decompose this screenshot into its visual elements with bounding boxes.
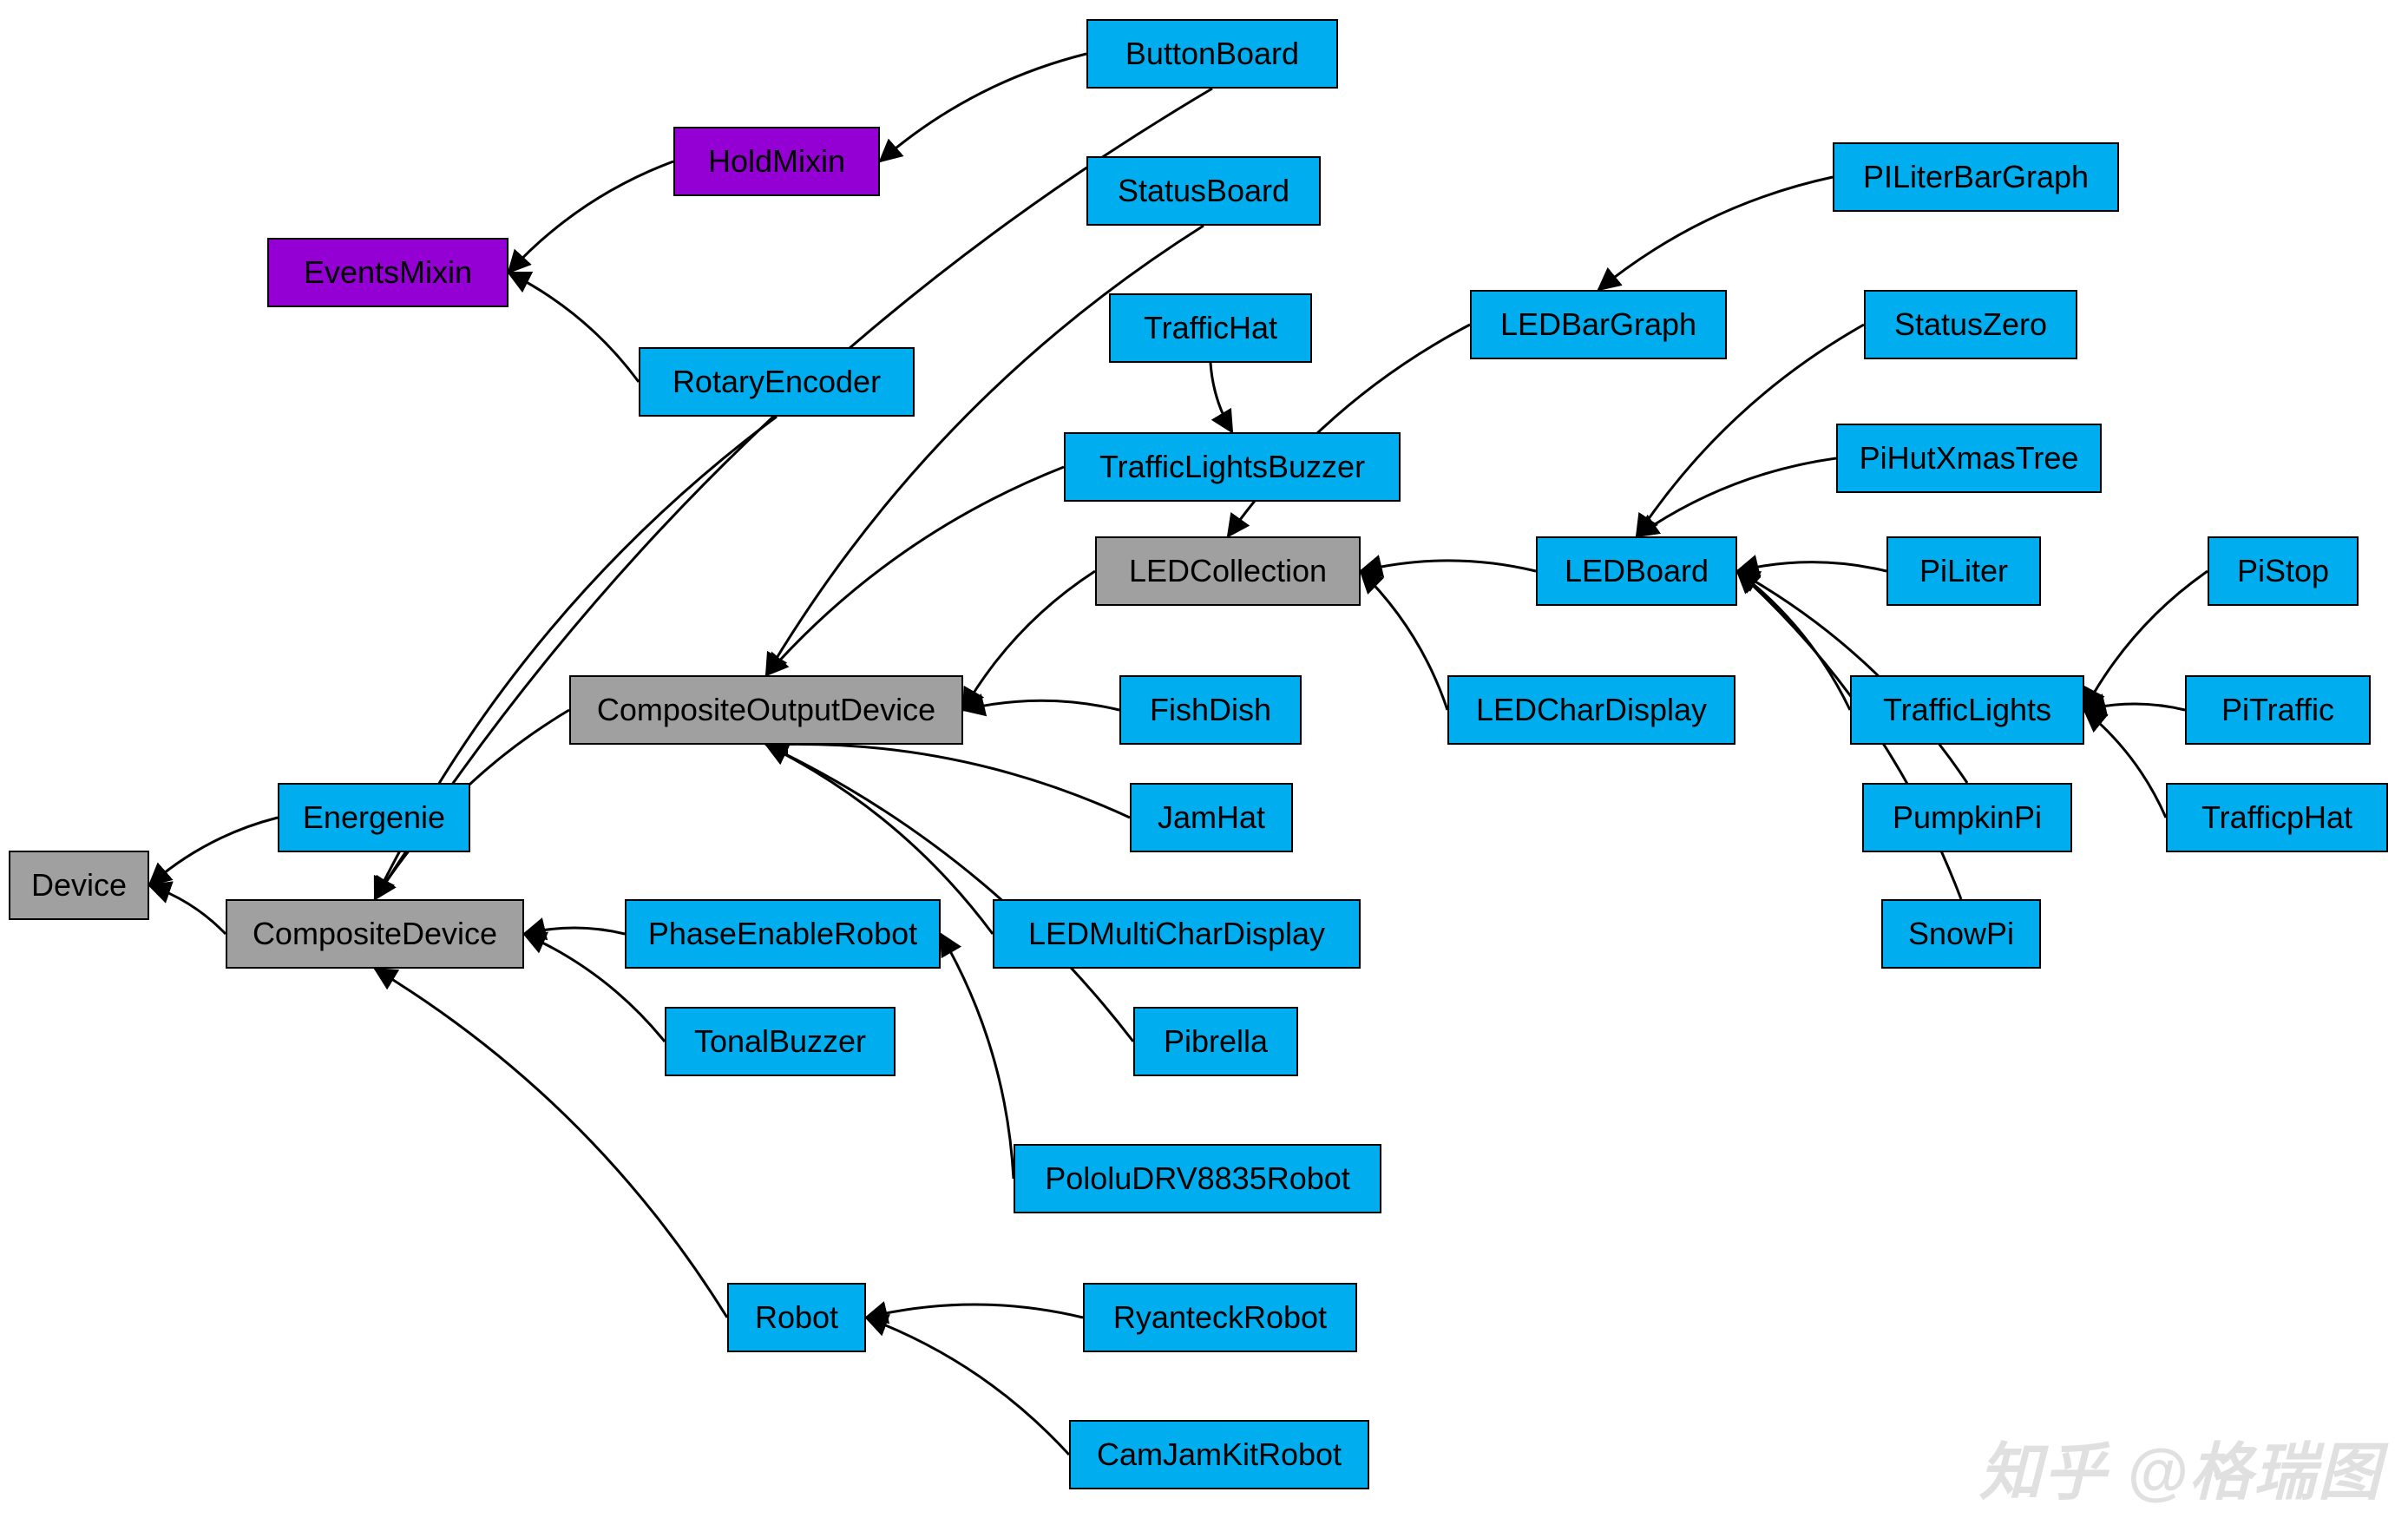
- node-energenie: Energenie: [278, 783, 470, 852]
- node-traffichat: TrafficHat: [1109, 293, 1312, 363]
- node-snowpi: SnowPi: [1881, 899, 2041, 969]
- node-rotaryencoder: RotaryEncoder: [639, 347, 915, 417]
- node-holdmixin: HoldMixin: [673, 127, 880, 196]
- edge-camjamkitrobot-to-robot: [866, 1318, 1069, 1455]
- edge-traffichat-to-trafficlightsbuzzer: [1211, 363, 1232, 432]
- node-eventsmixin: EventsMixin: [267, 238, 509, 307]
- edge-holdmixin-to-eventsmixin: [509, 161, 673, 273]
- node-trafficphat: TrafficpHat: [2166, 783, 2388, 852]
- edge-trafficphat-to-trafficlights: [2084, 710, 2166, 818]
- edge-pitraffic-to-trafficlights: [2084, 704, 2185, 710]
- node-statusboard: StatusBoard: [1086, 156, 1321, 226]
- edge-fishdish-to-compositeoutputdevice: [963, 700, 1119, 710]
- edge-pibrella-to-compositeoutputdevice: [766, 745, 1133, 1042]
- node-ledchardisplay: LEDCharDisplay: [1447, 675, 1735, 745]
- node-ledcollection: LEDCollection: [1095, 536, 1361, 606]
- node-piliter: PiLiter: [1886, 536, 2041, 606]
- edge-buttonboard-to-holdmixin: [880, 54, 1086, 161]
- edge-rotaryencoder-to-eventsmixin: [509, 273, 639, 382]
- node-ledbargraph: LEDBarGraph: [1470, 290, 1727, 359]
- edge-energenie-to-device: [149, 818, 278, 885]
- edge-piliterbargraph-to-ledbargraph: [1598, 177, 1833, 290]
- node-phaseenablerobot: PhaseEnableRobot: [625, 899, 941, 969]
- node-camjamkitrobot: CamJamKitRobot: [1069, 1420, 1369, 1489]
- node-statuszero: StatusZero: [1864, 290, 2077, 359]
- edge-piliter-to-ledboard: [1737, 562, 1886, 571]
- node-pumpkinpi: PumpkinPi: [1862, 783, 2072, 852]
- edge-ledchardisplay-to-ledcollection: [1361, 571, 1447, 710]
- node-compositedevice: CompositeDevice: [226, 899, 524, 969]
- node-trafficlightsbuzzer: TrafficLightsBuzzer: [1064, 432, 1401, 502]
- node-pihutxmastree: PiHutXmasTree: [1836, 424, 2102, 493]
- node-pololudrv8835robot: PololuDRV8835Robot: [1014, 1144, 1381, 1213]
- edge-ledboard-to-ledcollection: [1361, 561, 1536, 571]
- node-jamhat: JamHat: [1130, 783, 1293, 852]
- edge-trafficlights-to-ledboard: [1737, 571, 1850, 710]
- edge-pololudrv8835robot-to-phaseenablerobot: [941, 934, 1014, 1179]
- node-pistop: PiStop: [2208, 536, 2359, 606]
- node-fishdish: FishDish: [1119, 675, 1302, 745]
- edge-compositedevice-to-device: [149, 885, 226, 934]
- node-compositeoutputdevice: CompositeOutputDevice: [569, 675, 963, 745]
- node-pibrella: Pibrella: [1133, 1007, 1298, 1076]
- node-device: Device: [9, 851, 149, 920]
- watermark-text: 知乎 @格瑞图: [1979, 1421, 2382, 1512]
- edge-ledcollection-to-compositeoutputdevice: [963, 571, 1095, 710]
- node-buttonboard: ButtonBoard: [1086, 19, 1338, 89]
- edge-ryanteckrobot-to-robot: [866, 1305, 1083, 1318]
- node-ledboard: LEDBoard: [1536, 536, 1737, 606]
- node-piliterbargraph: PILiterBarGraph: [1833, 142, 2119, 212]
- edge-pihutxmastree-to-ledboard: [1637, 458, 1836, 536]
- edge-phaseenablerobot-to-compositedevice: [524, 928, 625, 934]
- node-ledmultichardisplay: LEDMultiCharDisplay: [993, 899, 1361, 969]
- node-trafficlights: TrafficLights: [1850, 675, 2084, 745]
- node-pitraffic: PiTraffic: [2185, 675, 2371, 745]
- diagram-canvas: 知乎 @格瑞图 ButtonBoard HoldMixin EventsMixin R…: [0, 0, 2408, 1538]
- edge-jamhat-to-compositeoutputdevice: [766, 744, 1130, 818]
- node-tonalbuzzer: TonalBuzzer: [665, 1007, 896, 1076]
- node-robot: Robot: [727, 1283, 866, 1352]
- node-ryanteckrobot: RyanteckRobot: [1083, 1283, 1357, 1352]
- edge-trafficlightsbuzzer-to-compositeoutputdevice: [766, 467, 1064, 675]
